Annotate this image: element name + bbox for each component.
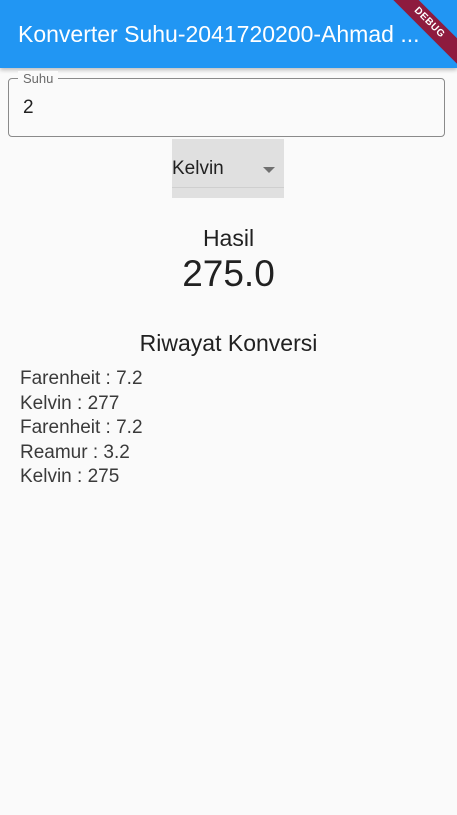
temperature-input-label: Suhu [18, 71, 59, 86]
history-list: Farenheit : 7.2 Kelvin : 277 Farenheit :… [20, 367, 440, 490]
app-bar: Konverter Suhu-2041720200-Ahmad ... DEBU… [0, 0, 457, 68]
unit-dropdown[interactable]: Kelvin [172, 139, 284, 198]
history-item: Farenheit : 7.2 [20, 417, 143, 438]
result-label: Hasil [202, 225, 255, 251]
history-item: Reamur : 3.2 [20, 441, 130, 463]
temperature-input[interactable] [23, 95, 423, 121]
arrow-drop-down-icon [263, 167, 275, 173]
unit-dropdown-value: Kelvin [172, 158, 224, 179]
history-item: Farenheit : 7.2 [20, 368, 143, 389]
history-item: Kelvin : 275 [20, 466, 120, 487]
temperature-input-container[interactable]: Suhu [8, 71, 445, 137]
result-value: 275.0 [182, 253, 275, 294]
history-item: Kelvin : 277 [20, 392, 120, 414]
dropdown-underline [172, 187, 284, 188]
history-title: Riwayat Konversi [139, 330, 318, 356]
app-title: Konverter Suhu-2041720200-Ahmad ... [18, 21, 420, 47]
